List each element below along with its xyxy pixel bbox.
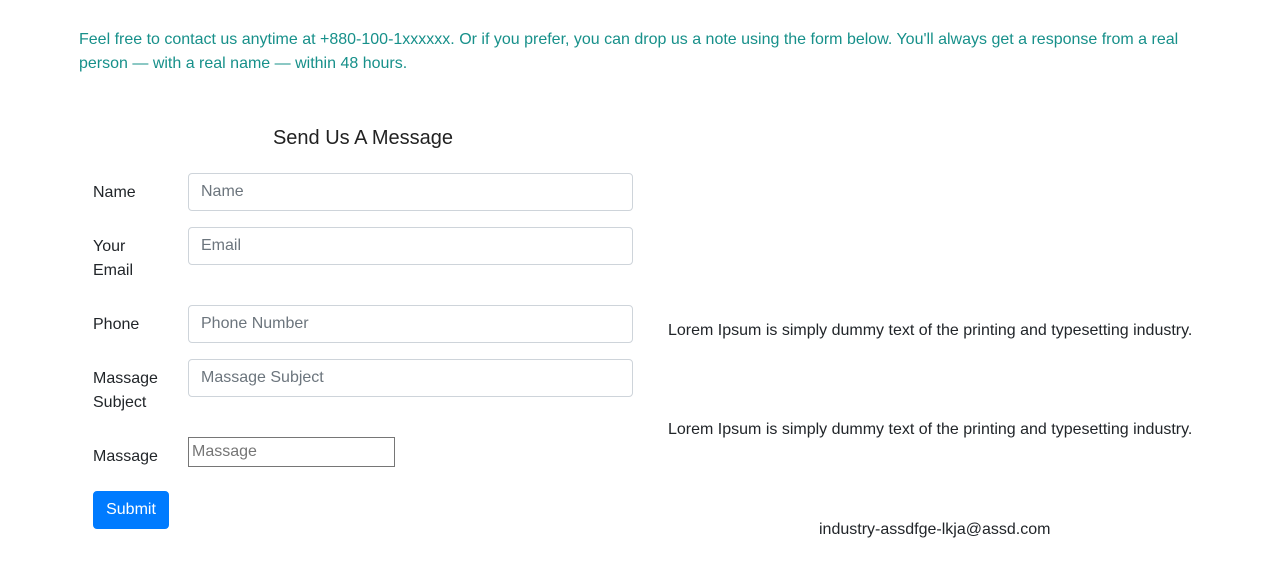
form-title: Send Us A Message [272,127,454,149]
intro-text: Feel free to contact us anytime at +880-… [79,31,1179,72]
name-input[interactable] [188,173,633,211]
info-text-1: Lorem Ipsum is simply dummy text of the … [668,322,1193,339]
contact-page: Feel free to contact us anytime at +880-… [0,0,1263,566]
subject-label: Massage Subject [93,370,158,411]
message-textarea[interactable] [188,437,395,467]
phone-input[interactable] [188,305,633,343]
info-text-2: Lorem Ipsum is simply dummy text of the … [668,421,1193,438]
submit-button[interactable]: Submit [93,491,169,529]
name-label: Name [93,184,136,201]
email-input[interactable] [188,227,633,265]
email-label: Your Email [93,238,134,279]
phone-label: Phone [93,316,140,333]
message-label: Massage [93,448,158,465]
subject-input[interactable] [188,359,633,397]
contact-email: industry-assdfge-lkja@assd.com [819,521,1051,538]
